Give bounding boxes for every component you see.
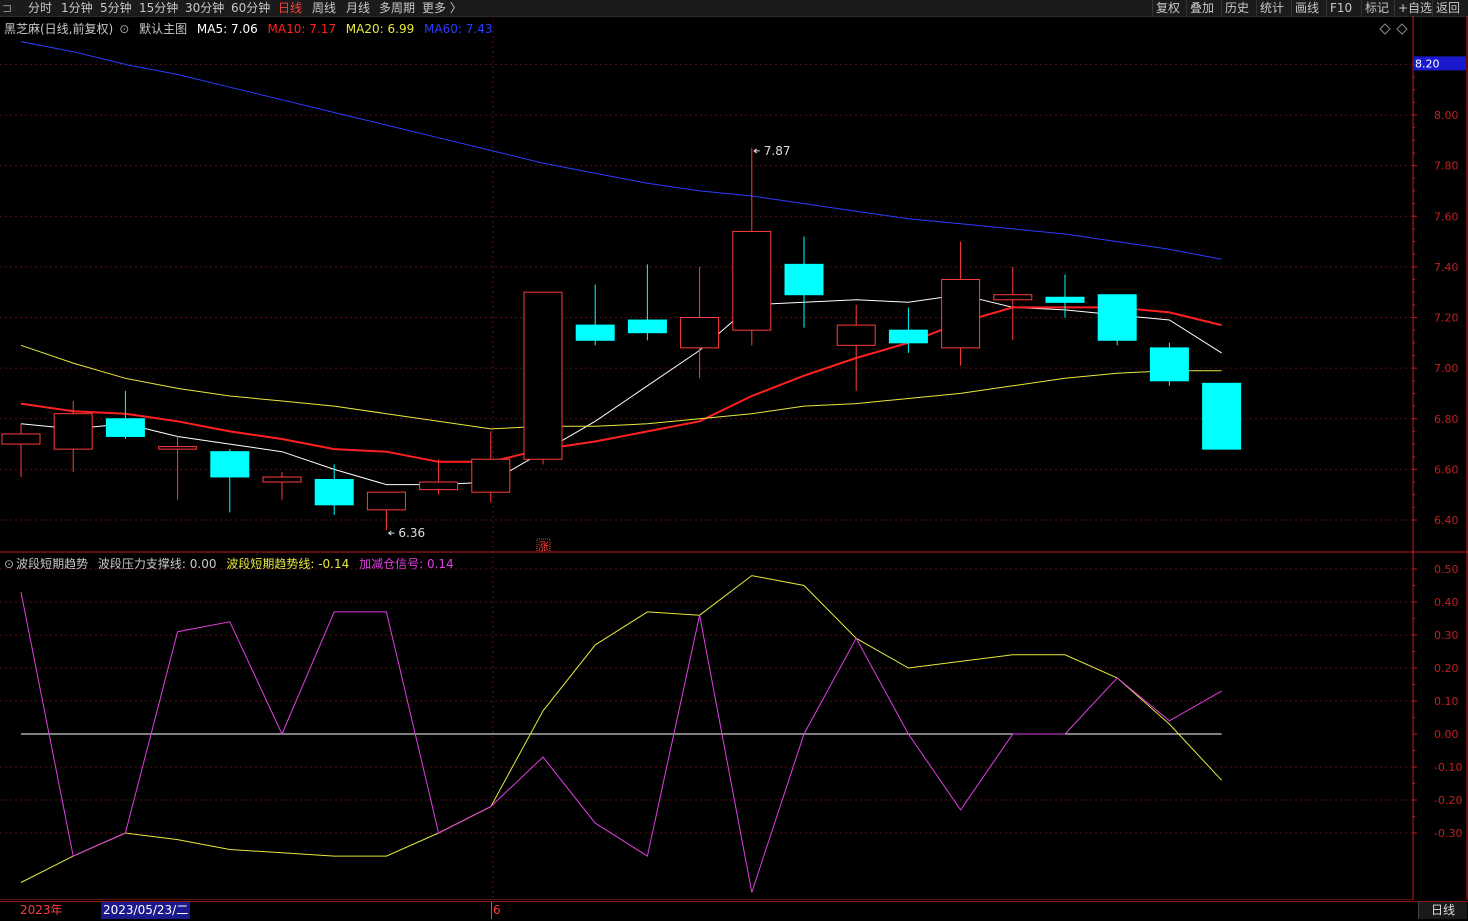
candle-body	[1, 433, 41, 445]
candle-body	[888, 329, 928, 344]
ma-line-ma20	[20, 344, 1222, 430]
candle	[1149, 342, 1189, 386]
candle	[1202, 382, 1242, 450]
indicator-tick-label: 0.40	[1434, 596, 1459, 609]
kline-chart[interactable]: 7.87 6.36 涨 8.20 8.00 7.80 7.60 7.40 7.20 7.00 6.…	[0, 0, 1468, 900]
diamond-icon[interactable]	[1396, 23, 1408, 35]
top-right-diamond-icons[interactable]	[1379, 23, 1408, 35]
indicator-line-1	[20, 575, 1222, 883]
candle	[471, 431, 511, 503]
candle-body	[105, 418, 145, 437]
candle-body	[732, 230, 772, 331]
diamond-icon[interactable]	[1379, 23, 1391, 35]
price-tick-label: 7.80	[1434, 160, 1459, 173]
candle-body	[941, 279, 981, 349]
ma-line-ma10	[20, 306, 1222, 463]
candle-body	[471, 458, 511, 493]
ma-line-ma5	[20, 294, 1222, 486]
candle	[1097, 294, 1137, 346]
price-annotation-label: 6.36	[398, 526, 425, 540]
annotation-arrow-icon	[753, 148, 760, 154]
ma-line-ma60	[20, 41, 1222, 260]
price-tick-label: 6.80	[1434, 413, 1459, 426]
indicator-tick-label: 0.20	[1434, 662, 1459, 675]
candle	[836, 304, 876, 391]
candle-body	[993, 294, 1033, 301]
candle-body	[314, 479, 354, 506]
indicator-tick-label: 0.10	[1434, 695, 1459, 708]
indicator-tick-label: -0.10	[1434, 761, 1462, 774]
indicator-tick-label: -0.30	[1434, 827, 1462, 840]
candle-body	[627, 319, 667, 334]
indicator-tick-label: 0.50	[1434, 563, 1459, 576]
annotation-arrow-icon	[388, 530, 395, 536]
price-tick-label: 7.00	[1434, 362, 1459, 375]
candle-body	[262, 476, 302, 483]
candle-body	[210, 451, 250, 478]
candle-body	[158, 446, 198, 450]
price-tick-label: 7.20	[1434, 312, 1459, 325]
candle-body	[680, 317, 720, 349]
candle-body	[1202, 382, 1242, 450]
current-price-label: 8.20	[1415, 57, 1440, 70]
candle	[941, 241, 981, 366]
month-mark: 6	[491, 902, 501, 919]
candle	[993, 266, 1033, 341]
year-label: 2023年	[20, 903, 63, 917]
rise-marker: 涨	[538, 540, 549, 553]
candle-body	[419, 481, 459, 491]
candle	[158, 436, 198, 500]
candle	[262, 471, 302, 500]
candle	[366, 491, 406, 531]
period-button[interactable]: 日线	[1418, 902, 1467, 919]
indicator-tick-label: 0.00	[1434, 728, 1459, 741]
candle	[314, 464, 354, 515]
candle	[419, 459, 459, 495]
candle-body	[575, 324, 615, 341]
candle	[575, 284, 615, 346]
price-tick-label: 7.40	[1434, 261, 1459, 274]
candle-body	[1045, 296, 1085, 303]
candle-body	[1149, 347, 1189, 382]
candle	[523, 291, 563, 465]
candle-body	[836, 324, 876, 346]
cursor-date-label: 2023/05/23/二	[101, 902, 191, 919]
candle-body	[784, 263, 824, 296]
price-tick-label: 6.60	[1434, 463, 1459, 476]
date-axis-bar: 2023年 2023/05/23/二 6 日线	[0, 901, 1468, 921]
indicator-tick-label: -0.20	[1434, 794, 1462, 807]
candle	[210, 449, 250, 513]
candle-body	[1097, 294, 1137, 341]
price-annotation-label: 7.87	[764, 144, 791, 158]
candle-body	[366, 491, 406, 511]
candle	[680, 266, 720, 379]
candle	[732, 147, 772, 346]
candle-body	[53, 413, 93, 450]
candle	[784, 236, 824, 328]
candle-body	[523, 291, 563, 460]
indicator-line-2	[20, 592, 1222, 893]
candle	[627, 264, 667, 341]
price-tick-label: 8.00	[1434, 109, 1459, 122]
indicator-tick-label: 0.30	[1434, 629, 1459, 642]
price-tick-label: 6.40	[1434, 514, 1459, 527]
price-tick-label: 7.60	[1434, 210, 1459, 223]
candle	[1, 423, 41, 477]
